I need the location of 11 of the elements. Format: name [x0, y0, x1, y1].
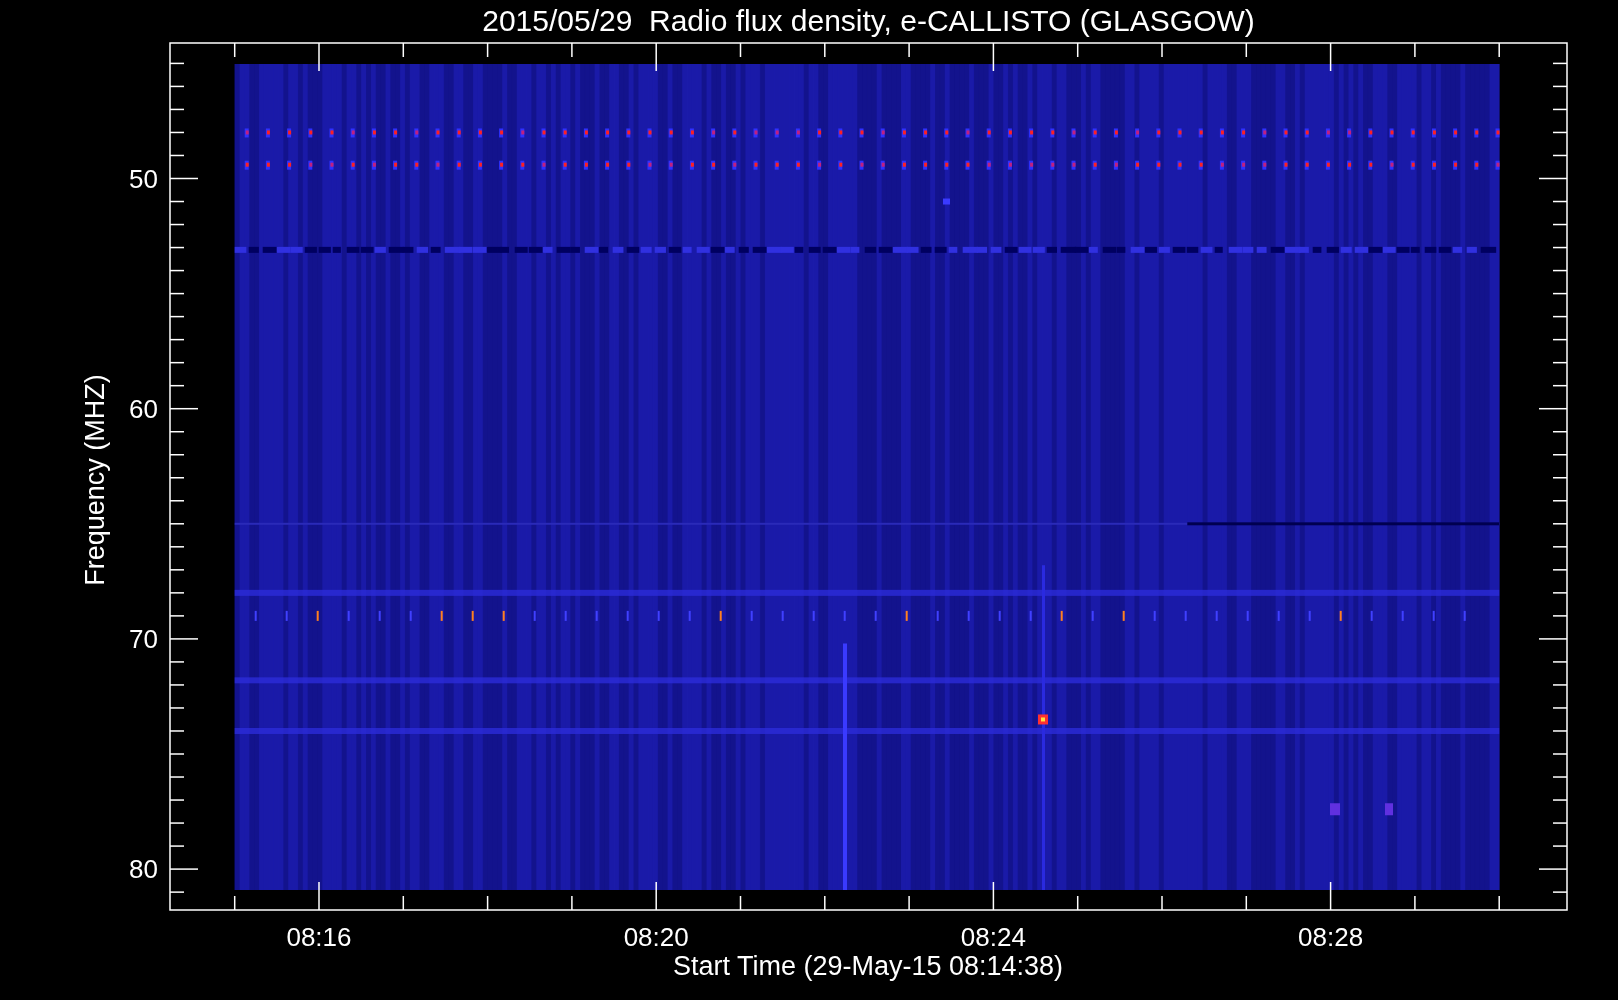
- y-tick-label: 70: [129, 623, 158, 654]
- y-tick-label: 50: [129, 163, 158, 194]
- x-axis-title: Start Time (29-May-15 08:14:38): [672, 951, 1064, 981]
- y-tick-label: 80: [129, 854, 158, 885]
- y-tick-label: 60: [129, 393, 158, 424]
- y-axis-title: Frequency (MHZ): [80, 374, 110, 586]
- x-tick-label: 08:24: [960, 922, 1026, 952]
- plot-title: 2015/05/29 Radio flux density, e-CALLISTO (GLASGOW): [482, 4, 1255, 37]
- x-tick-label: 08:20: [623, 922, 689, 952]
- x-tick-label: 08:28: [1298, 922, 1364, 952]
- x-tick-label: 08:16: [286, 922, 352, 952]
